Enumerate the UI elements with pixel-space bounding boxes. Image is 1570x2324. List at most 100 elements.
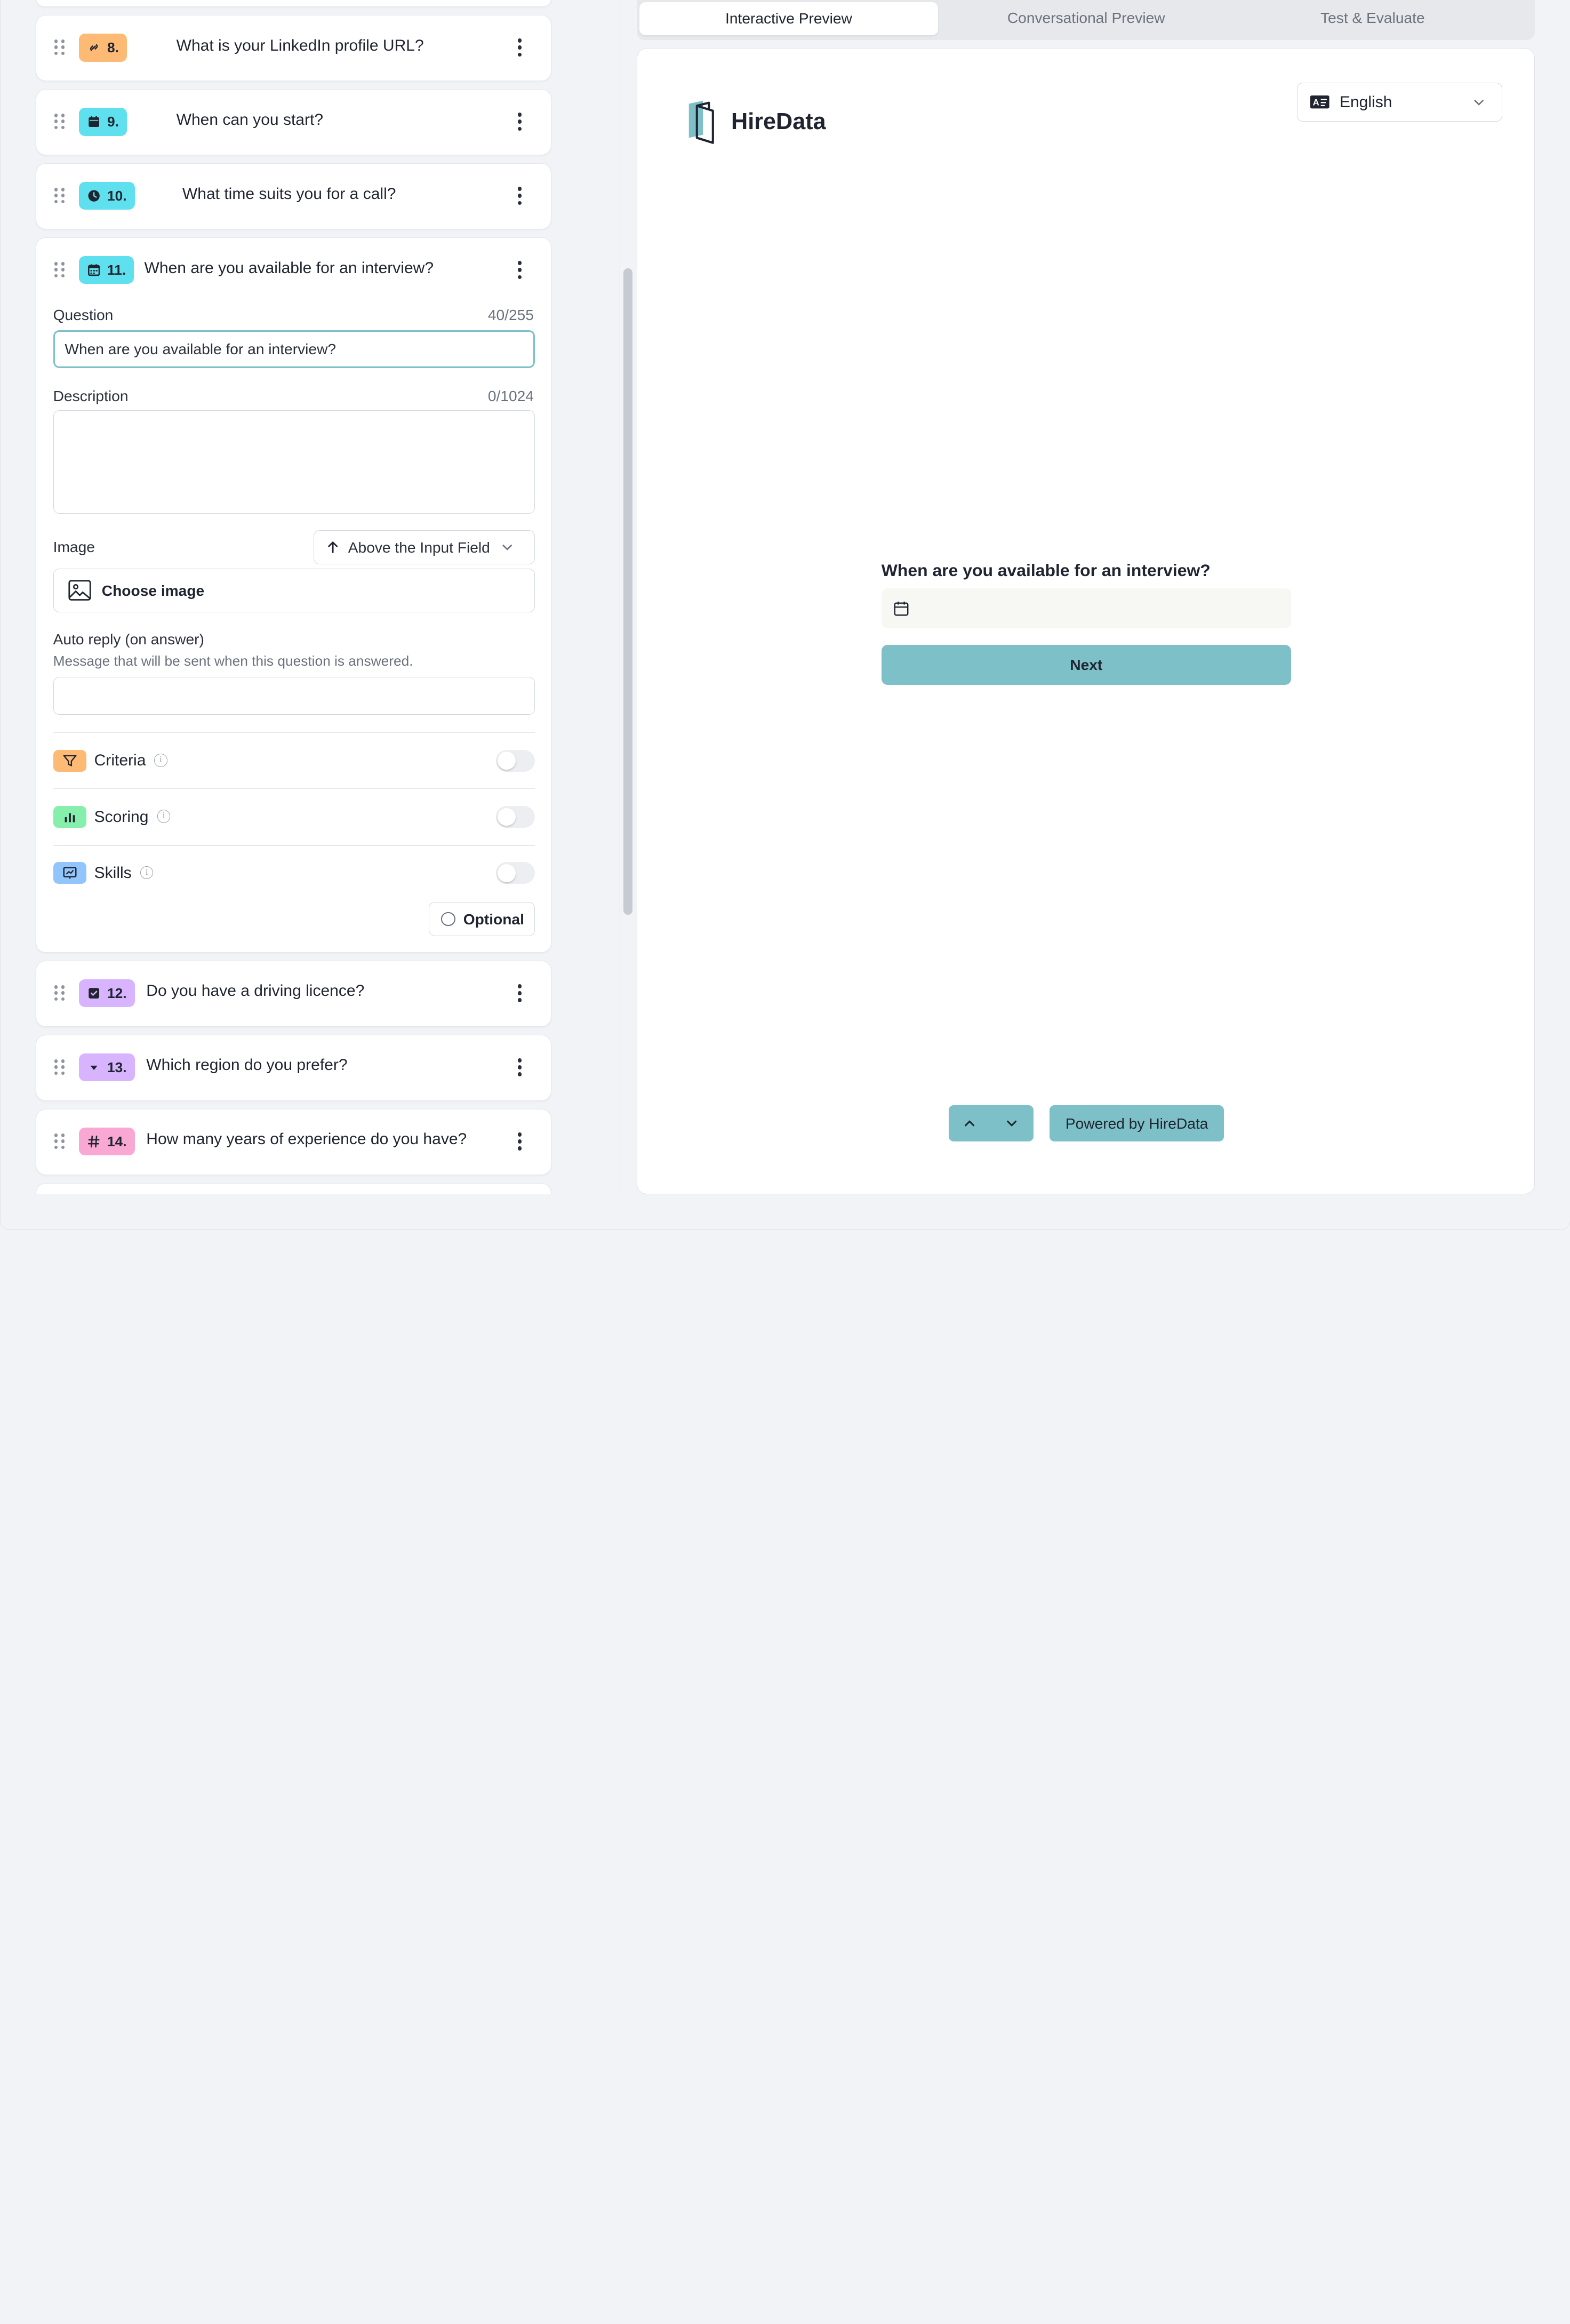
question-number: 13. [107,1059,127,1075]
more-options-icon[interactable] [517,1132,523,1151]
choose-image-button[interactable]: Choose image [53,568,535,613]
scoring-row: Scoring i [53,805,535,830]
brand-logo: HireData [687,100,826,144]
more-options-icon[interactable] [517,261,523,279]
language-icon: A [1310,95,1329,109]
filter-icon [63,755,77,766]
optional-button[interactable]: Optional [428,902,535,937]
question-title: What time suits you for a call? [182,185,396,203]
image-position-select[interactable]: Above the Input Field [313,530,535,565]
scoring-toggle[interactable] [495,805,535,828]
divider [53,845,535,846]
optional-label: Optional [463,910,524,928]
chevron-up-icon [964,1120,975,1127]
drag-handle-icon[interactable] [54,985,67,1001]
scrollbar[interactable] [623,268,632,915]
question-number: 14. [107,1133,127,1149]
question-card-8[interactable]: 8. What is your LinkedIn profile URL? [35,15,551,82]
svg-text:A: A [1312,98,1319,108]
question-input[interactable] [53,330,535,369]
question-navigation [948,1105,1034,1142]
hiredata-logo-icon [689,100,715,144]
more-options-icon[interactable] [517,984,523,1002]
tab-conversational-preview[interactable]: Conversational Preview [938,0,1235,36]
tab-interactive-preview[interactable]: Interactive Preview [639,2,938,35]
hash-icon [88,1135,100,1148]
question-list: 8. What is your LinkedIn profile URL? 9.… [1,0,620,1194]
question-type-badge: 12. [79,979,135,1008]
auto-reply-hint: Message that will be sent when this ques… [53,652,413,669]
criteria-row: Criteria i [53,749,535,774]
question-title: How many years of experience do you have… [146,1130,467,1148]
next-question-button[interactable] [990,1105,1032,1141]
question-title: When are you available for an interview? [144,259,434,277]
question-type-badge: 8. [79,33,127,62]
question-card-9[interactable]: 9. When can you start? [35,89,551,156]
link-icon [90,44,98,51]
radio-icon [441,912,455,927]
question-number: 11. [107,261,126,278]
question-card-10[interactable]: 10. What time suits you for a call? [35,163,551,230]
clock-icon [88,190,100,202]
chevron-down-icon [502,545,512,550]
question-title: Which region do you prefer? [146,1056,348,1074]
skills-toggle[interactable] [495,862,535,884]
question-char-count: 40/255 [487,306,534,323]
criteria-label: Criteria [94,752,146,770]
drag-handle-icon[interactable] [54,262,67,278]
more-options-icon[interactable] [517,187,523,205]
more-options-icon[interactable] [517,113,523,131]
interactive-preview-panel: HireData A English When are you availabl… [636,48,1535,1194]
powered-by-link[interactable]: Powered by HireData [1050,1105,1224,1142]
auto-reply-label: Auto reply (on answer) [53,630,204,648]
next-button[interactable]: Next [881,644,1291,685]
drag-handle-icon[interactable] [54,114,67,130]
criteria-toggle[interactable] [495,749,535,772]
question-title: When can you start? [176,110,324,129]
calendar-icon [89,116,100,127]
date-input[interactable] [881,588,1291,629]
app-frame: 8. What is your LinkedIn profile URL? 9.… [0,0,1570,1231]
drag-handle-icon[interactable] [54,1059,67,1075]
preview-question-text: When are you available for an interview? [881,560,1211,580]
skills-label: Skills [94,864,132,882]
question-card-stub [35,0,551,7]
brand-name: HireData [731,108,826,134]
question-card-11-expanded[interactable]: 11. When are you available for an interv… [35,237,551,953]
checkbox-icon [89,988,100,999]
language-select[interactable]: A English [1297,82,1503,122]
scoring-label: Scoring [94,808,149,826]
criteria-badge [53,749,86,772]
pane-divider [619,0,621,1194]
description-textarea[interactable] [53,410,535,514]
chevron-down-icon [1474,99,1484,106]
choose-image-label: Choose image [101,581,205,599]
bar-chart-icon [65,813,75,822]
image-position-value: Above the Input Field [348,538,490,556]
tab-test-evaluate[interactable]: Test & Evaluate [1235,0,1511,36]
question-title: What is your LinkedIn profile URL? [176,36,424,54]
question-card-12[interactable]: 12. Do you have a driving licence? [35,961,551,1027]
question-type-badge: 11. [79,255,134,284]
drag-handle-icon[interactable] [54,188,67,204]
info-icon[interactable]: i [140,866,154,879]
previous-question-button[interactable] [949,1105,991,1141]
more-options-icon[interactable] [517,1058,523,1076]
question-type-badge: 14. [79,1127,135,1156]
drag-handle-icon[interactable] [54,39,67,55]
more-options-icon[interactable] [517,38,523,57]
question-title: Do you have a driving licence? [146,982,365,1000]
info-icon[interactable]: i [157,810,171,823]
scoring-badge [53,805,86,828]
image-icon [68,580,91,601]
drag-handle-icon[interactable] [54,1133,67,1149]
auto-reply-input[interactable] [53,676,535,715]
question-card-13[interactable]: 13. Which region do you prefer? [35,1034,551,1101]
arrow-up-icon [328,541,338,554]
question-number: 8. [107,39,119,55]
question-card-14[interactable]: 14. How many years of experience do you … [35,1108,551,1175]
preview-tabs: Interactive Preview Conversational Previ… [636,0,1535,41]
dropdown-icon [91,1065,98,1070]
calendar-grid-icon [88,264,100,276]
info-icon[interactable]: i [154,754,167,767]
